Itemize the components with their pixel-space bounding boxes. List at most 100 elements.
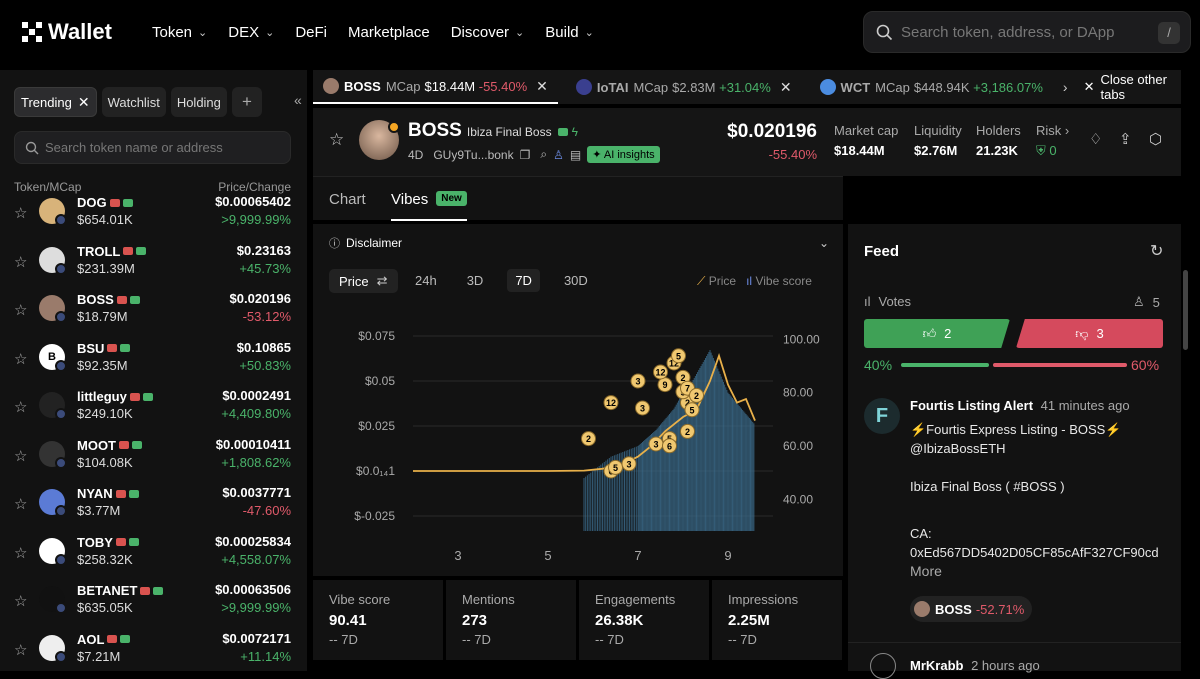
token-row[interactable]: ☆ BOSS $18.79M $0.020196 -53.12% [0,289,307,337]
nav-build[interactable]: Build ⌄ [545,24,594,41]
search-icon [25,141,39,154]
search-icon[interactable]: ⌕ [540,147,547,162]
token-search-input[interactable] [45,140,285,155]
tag-icon [128,538,139,546]
range-tabs: 24h 3D 7D 30D [409,269,594,292]
token-name-text: AOL [77,631,105,647]
tab-token-name: BOSS [344,78,381,94]
settings-icon[interactable]: ⬡ [1149,130,1162,148]
vote-up-button[interactable]: 👍︎ 2 [864,319,1010,348]
share-icon[interactable]: ⇪ [1119,130,1132,148]
nav-marketplace[interactable]: Marketplace [348,24,430,41]
token-row[interactable]: ☆ littleguy $249.10K $0.0002491 +4,409.80% [0,386,307,434]
tab-wct[interactable]: WCT MCap $448.94K +3,186.07% [810,70,1053,104]
stat-label: Engagements [595,592,676,607]
alert-add-icon[interactable]: ♢ [1089,130,1102,148]
tag-icon [115,489,126,498]
star-icon[interactable]: ☆ [14,350,27,368]
token-mcap: $104.08K [77,454,133,470]
global-search[interactable]: / [863,11,1191,53]
card-icon[interactable]: ▤ [570,148,581,162]
legend-price[interactable]: ⟋ Price [697,274,736,289]
star-icon[interactable]: ☆ [14,253,27,271]
tab-vibes[interactable]: Vibes New [391,191,467,221]
token-row[interactable]: ☆ TOBY $258.32K $0.00025834 +4,558.07% [0,532,307,580]
star-icon[interactable]: ☆ [14,398,27,416]
filter-watchlist[interactable]: Watchlist [101,87,166,117]
token-row[interactable]: ☆ AOL $7.21M $0.0072171 +11.14% [0,629,307,677]
user-icon: ♙ [1133,294,1145,309]
close-icon[interactable]: ✕ [78,94,90,111]
filter-trending[interactable]: Trending ✕ [14,87,97,117]
stat-market-cap: Market cap $18.44M [834,123,898,158]
range-24h[interactable]: 24h [409,269,443,292]
token-row[interactable]: ☆ NYAN $3.77M $0.0037771 -47.60% [0,483,307,531]
star-icon[interactable]: ☆ [329,130,344,150]
copy-icon[interactable]: ❐ [520,148,531,162]
star-icon[interactable]: ☆ [14,592,27,610]
post-line: Ibiza Final Boss ( #BOSS ) [910,479,1065,494]
token-row[interactable]: ☆ TROLL $231.39M $0.23163 +45.73% [0,241,307,289]
global-search-input[interactable] [901,23,1151,41]
brand-logo[interactable]: Wallet [22,19,152,45]
nav-discover[interactable]: Discover ⌄ [451,24,525,41]
legend-vibe[interactable]: ıl Vibe score [746,274,812,289]
refresh-icon[interactable]: ↻ [1150,241,1163,261]
tag-icon [128,489,139,498]
token-row[interactable]: ☆ MOOT $104.08K $0.00010411 +1,808.62% [0,435,307,483]
add-filter-button[interactable]: + [231,87,262,117]
close-icon[interactable]: ✕ [780,79,792,96]
token-avatar-letter: B [48,350,56,363]
tab-mcap: $18.44M [424,78,476,94]
token-name: TOBY [77,535,139,550]
token-avatar [323,78,339,94]
tab-iotai[interactable]: IoTAI MCap $2.83M +31.04% ✕ [566,70,802,104]
filter-holding[interactable]: Holding [170,87,227,117]
post-author[interactable]: Fourtis Listing Alert [910,398,1033,413]
close-other-tabs-button[interactable]: ✕ Close other tabs [1084,72,1181,102]
feed-title: Feed [864,243,900,260]
chain-badge-icon [55,214,67,226]
tab-change: +31.04% [719,79,771,95]
token-mcap: $7.21M [77,648,121,664]
bar-icon: ıl [746,274,753,288]
token-row[interactable]: ☆ B BSU $92.35M $0.10865 +50.83% [0,338,307,386]
token-mcap: $654.01K [77,212,133,227]
chevron-down-icon: ⌄ [818,236,829,250]
bar-chart-icon: ıl [864,294,871,309]
range-7d[interactable]: 7D [507,269,540,292]
token-row[interactable]: ☆ BETANET $635.05K $0.00063506 >9,999.99% [0,580,307,628]
metric-select[interactable]: Price ⇄ [329,269,398,293]
collapse-panel-icon[interactable]: « [294,92,302,108]
ai-insights-button[interactable]: ✦ AI insights [587,146,660,163]
nav-token[interactable]: Token ⌄ [152,24,207,41]
nav-discover-label: Discover [450,23,510,41]
range-30d[interactable]: 30D [558,269,594,292]
chevron-right-icon[interactable]: › [1063,79,1068,95]
close-icon[interactable]: ✕ [536,78,548,95]
user-icon[interactable]: ♙ [553,148,564,162]
vibe-marker-label: 5 [613,463,618,473]
token-mcap: $635.05K [77,600,133,615]
range-3d[interactable]: 3D [461,269,490,292]
token-search[interactable] [14,131,291,164]
star-icon[interactable]: ☆ [14,641,27,659]
nav-dex[interactable]: DEX ⌄ [228,24,274,41]
token-change: +11.14% [240,648,291,664]
post-more-link[interactable]: More [910,562,1170,581]
disclaimer-toggle[interactable]: ⓘ Disclaimer ⌄ [329,235,829,251]
tab-chart[interactable]: Chart [329,191,366,208]
tab-mcap-label: MCap [385,78,421,94]
feed-scrollbar[interactable] [1183,270,1188,350]
star-icon[interactable]: ☆ [14,447,27,465]
nav-defi[interactable]: DeFi [295,24,327,41]
post-token-chip[interactable]: BOSS -52.71% [910,596,1033,622]
vote-down-button[interactable]: 👎︎ 3 [1016,319,1163,348]
tab-boss[interactable]: BOSS MCap $18.44M -55.40% ✕ [313,70,558,104]
star-icon[interactable]: ☆ [14,204,27,222]
stat-risk[interactable]: Risk › ⛨ 0 [1036,123,1069,159]
star-icon[interactable]: ☆ [14,301,27,319]
star-icon[interactable]: ☆ [14,544,27,562]
token-row[interactable]: ☆ DOG $654.01K $0.00065402 >9,999.99% [0,192,307,240]
star-icon[interactable]: ☆ [14,495,27,513]
